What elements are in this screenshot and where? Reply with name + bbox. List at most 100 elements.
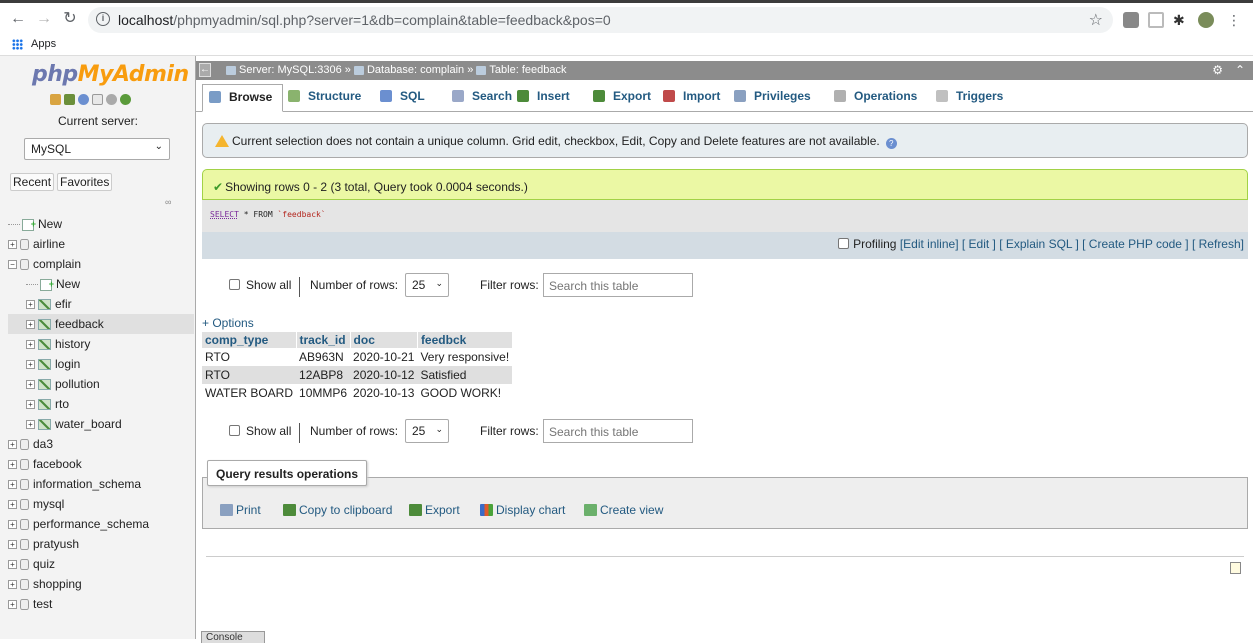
filter-rows-input[interactable]: Search this table (543, 273, 693, 297)
settings-icon[interactable] (106, 94, 117, 105)
copy-to-clipboard-link[interactable]: Copy to clipboard (283, 503, 392, 517)
apps-bookmark[interactable]: Apps (31, 38, 56, 50)
forward-icon[interactable]: → (34, 9, 54, 29)
tree-item-New[interactable]: New (8, 214, 194, 234)
docs-icon[interactable] (92, 94, 103, 105)
help-icon[interactable]: ? (885, 138, 897, 149)
show-all-checkbox[interactable] (229, 279, 240, 290)
expand-icon[interactable]: + (8, 240, 17, 250)
logout-icon[interactable] (64, 94, 75, 105)
create-view-link[interactable]: Create view (584, 503, 663, 517)
help-icon[interactable] (78, 94, 89, 105)
column-header-comp-type[interactable]: comp_type (202, 332, 297, 348)
site-info-icon[interactable]: i (96, 12, 110, 26)
tab-browse[interactable]: Browse (202, 84, 284, 112)
print-link[interactable]: Print (220, 503, 261, 517)
column-header-doc[interactable]: doc (350, 332, 418, 348)
page-settings-icon[interactable] (1230, 562, 1241, 574)
tab-sql[interactable]: SQL (380, 86, 425, 112)
tab-search[interactable]: Search (452, 86, 512, 112)
expand-icon[interactable]: + (26, 400, 35, 410)
number-of-rows-select[interactable]: 25 ⌄ (405, 273, 449, 297)
expand-icon[interactable]: + (26, 340, 35, 350)
tree-item-login[interactable]: + login (8, 354, 194, 374)
profile-avatar[interactable] (1198, 12, 1214, 28)
filter-rows-input[interactable]: Search this table (543, 419, 693, 443)
collapse-icon[interactable]: − (8, 260, 17, 270)
expand-icon[interactable]: + (26, 320, 35, 330)
tree-item-da3[interactable]: + da3 (8, 434, 194, 454)
expand-icon[interactable]: + (8, 520, 17, 530)
expand-icon[interactable]: + (8, 440, 17, 450)
expand-icon[interactable]: + (8, 500, 17, 510)
breadcrumb-server[interactable]: Server: MySQL:3306 (239, 64, 342, 76)
profiling-checkbox[interactable] (838, 238, 850, 249)
tree-item-information-schema[interactable]: + information_schema (8, 474, 194, 494)
address-bar[interactable]: i localhost/phpmyadmin/sql.php?server=1&… (88, 7, 1113, 33)
tree-item-facebook[interactable]: + facebook (8, 454, 194, 474)
console-tab[interactable]: Console (201, 631, 265, 643)
expand-icon[interactable]: + (8, 540, 17, 550)
tab-export[interactable]: Export (593, 86, 651, 112)
query-action-links[interactable]: [Edit inline] [ Edit ] [ Explain SQL ] [… (900, 237, 1244, 251)
breadcrumb-database[interactable]: Database: complain (367, 64, 464, 76)
tree-item-quiz[interactable]: + quiz (8, 554, 194, 574)
tab-triggers[interactable]: Triggers (936, 86, 1003, 112)
tree-item-water-board[interactable]: + water_board (8, 414, 194, 434)
export-link[interactable]: Export (409, 503, 460, 517)
tab-import[interactable]: Import (663, 86, 720, 112)
favorites-button[interactable]: Favorites (57, 173, 113, 191)
bookmark-star-icon[interactable]: ☆ (1089, 10, 1103, 30)
reload-nav-icon[interactable] (120, 94, 131, 105)
extension-icon[interactable] (1123, 12, 1139, 28)
expand-icon[interactable]: + (8, 480, 17, 490)
server-select[interactable]: MySQL ⌄ (24, 138, 170, 160)
show-all-checkbox[interactable] (229, 425, 240, 436)
tree-item-airline[interactable]: + airline (8, 234, 194, 254)
tree-item-pratyush[interactable]: + pratyush (8, 534, 194, 554)
tab-operations[interactable]: Operations (834, 86, 917, 112)
tab-privileges[interactable]: Privileges (734, 86, 811, 112)
tab-insert[interactable]: Insert (517, 86, 570, 112)
expand-icon[interactable]: + (26, 300, 35, 310)
column-header-track-id[interactable]: track_id (296, 332, 351, 348)
number-of-rows-select[interactable]: 25 ⌄ (405, 419, 449, 443)
gear-icon[interactable]: ⚙ (1212, 61, 1223, 80)
extension-box-icon[interactable] (1148, 12, 1164, 28)
tree-item-shopping[interactable]: + shopping (8, 574, 194, 594)
expand-icon[interactable]: + (8, 580, 17, 590)
tree-item-pollution[interactable]: + pollution (8, 374, 194, 394)
expand-icon[interactable]: + (8, 460, 17, 470)
collapse-topbar-icon[interactable]: ⌃ (1235, 61, 1245, 80)
tab-structure[interactable]: Structure (288, 86, 361, 112)
reload-icon[interactable]: ↻ (60, 9, 80, 29)
display-chart-link[interactable]: Display chart (480, 503, 565, 517)
recent-button[interactable]: Recent (10, 173, 55, 191)
tree-item-feedback[interactable]: + feedback (8, 314, 194, 334)
collapse-nav-icon[interactable]: ← (199, 63, 211, 77)
back-icon[interactable]: ← (8, 9, 28, 29)
extensions-puzzle-icon[interactable]: ✱ (1173, 12, 1189, 28)
phpmyadmin-logo[interactable]: phpMyAdmin (32, 62, 189, 87)
tree-item-mysql[interactable]: + mysql (8, 494, 194, 514)
tree-item-history[interactable]: + history (8, 334, 194, 354)
tree-item-complain[interactable]: − complain (8, 254, 194, 274)
expand-icon[interactable]: + (8, 600, 17, 610)
breadcrumb-table[interactable]: Table: feedback (489, 64, 566, 76)
tree-item-New[interactable]: New (8, 274, 194, 294)
expand-icon[interactable]: + (26, 420, 35, 430)
expand-icon[interactable]: + (26, 360, 35, 370)
tree-item-performance-schema[interactable]: + performance_schema (8, 514, 194, 534)
tree-item-rto[interactable]: + rto (8, 394, 194, 414)
sql-query-box[interactable]: SELECT * FROM `feedback` (202, 200, 1248, 232)
expand-icon[interactable]: + (8, 560, 17, 570)
menu-kebab-icon[interactable]: ⋮ (1226, 12, 1242, 28)
tree-item-efir[interactable]: + efir (8, 294, 194, 314)
tree-item-test[interactable]: + test (8, 594, 194, 614)
link-with-main-icon[interactable]: ∞ (165, 197, 171, 207)
apps-grid-icon[interactable] (12, 39, 23, 50)
column-header-feedbck[interactable]: feedbck (417, 332, 513, 348)
expand-icon[interactable]: + (26, 380, 35, 390)
home-icon[interactable] (50, 94, 61, 105)
options-link[interactable]: + Options (202, 316, 254, 330)
